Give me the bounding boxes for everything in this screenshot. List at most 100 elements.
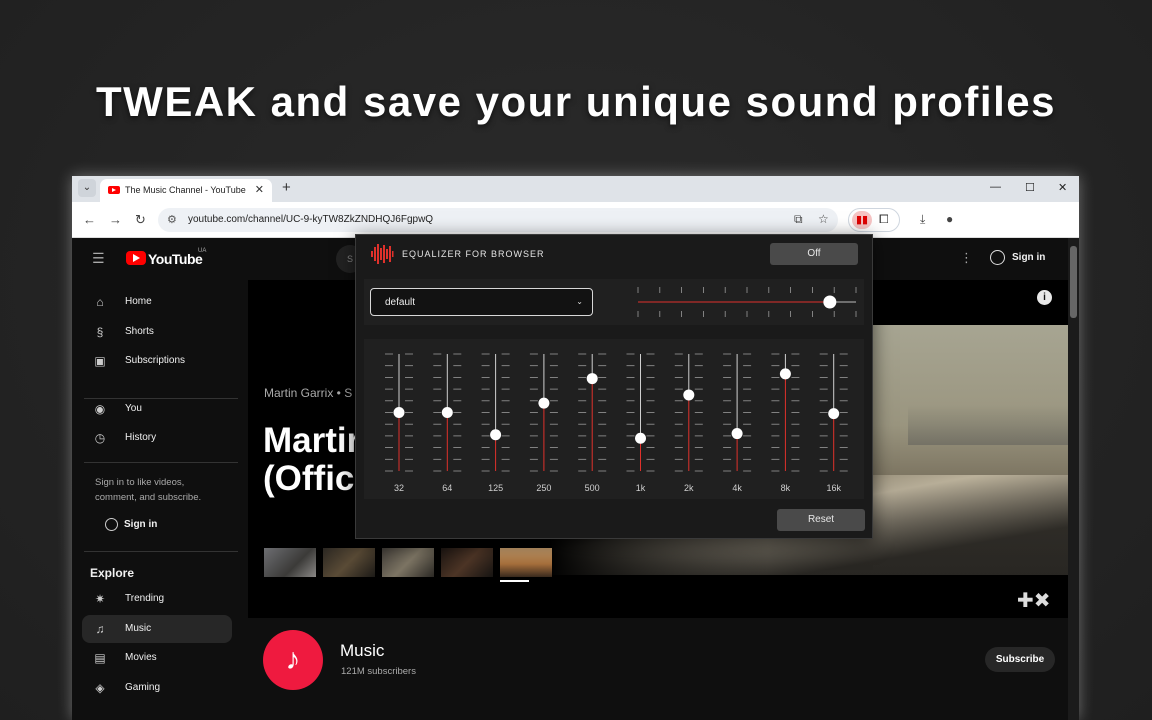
band-slider-2k[interactable]: 2k (674, 353, 703, 493)
sidebar-item-history[interactable]: ◷ History (82, 424, 232, 452)
sidebar-divider (84, 462, 238, 463)
headline: TWEAK and save your unique sound profile… (96, 78, 1056, 125)
band-slider-500[interactable]: 500 (578, 353, 607, 493)
equalizer-extension-icon[interactable]: ▮▮ (852, 211, 872, 229)
tab-search-button[interactable]: ⌄ (78, 179, 96, 197)
banner-actions-icon[interactable]: ✚✖ (1017, 588, 1051, 613)
minimize-button[interactable]: — (990, 181, 1001, 193)
band-knob[interactable] (635, 432, 646, 444)
forward-button[interactable]: → (109, 212, 122, 227)
reset-button[interactable]: Reset (777, 509, 865, 531)
reload-button[interactable]: ↻ (135, 212, 146, 228)
volume-slider-knob[interactable] (823, 295, 837, 309)
band-knob[interactable] (779, 368, 791, 380)
band-frequency-label: 32 (394, 483, 404, 493)
thumbnail[interactable] (323, 548, 375, 577)
trending-icon: ✷ (94, 592, 106, 606)
band-slider-32[interactable]: 32 (385, 353, 413, 493)
close-tab-icon[interactable]: ✕ (255, 183, 264, 196)
shorts-icon: § (96, 325, 104, 339)
sidebar-item-you[interactable]: ◉ You (82, 395, 232, 423)
band-slider-16k[interactable]: 16k (819, 353, 848, 493)
subscribe-button[interactable]: Subscribe (985, 647, 1055, 672)
youtube-logo-icon[interactable] (126, 251, 146, 265)
sidebar-item-shorts[interactable]: § Shorts (82, 318, 232, 346)
address-toolbar: ← → ↻ ⚙ youtube.com/channel/UC-9-kyTW8Zk… (72, 202, 1079, 238)
home-icon: ⌂ (96, 295, 104, 309)
sidebar-item-gaming[interactable]: ◈ Gaming (82, 674, 232, 702)
sidebar-item-label: Gaming (125, 682, 161, 693)
more-options-icon[interactable]: ⋮ (960, 250, 973, 266)
browser-tab[interactable]: The Music Channel - YouTube ✕ (100, 179, 272, 202)
band-slider-1k[interactable]: 1k (626, 353, 655, 493)
info-icon[interactable]: i (1037, 290, 1052, 305)
preset-value: default (385, 297, 416, 308)
youtube-sidebar: ☰ YouTube UA ⌂ Home § Shorts ▣ Subscriptions ◉… (72, 238, 248, 720)
download-icon[interactable]: ⤓ (920, 212, 925, 227)
equalizer-title: EQUALIZER FOR BROWSER (402, 249, 545, 259)
volume-slider[interactable] (636, 285, 858, 319)
equalizer-popup: EQUALIZER FOR BROWSER Off default ⌄ 32 64… (355, 234, 873, 539)
channel-header: ♪ Music 121M subscribers Subscribe (248, 618, 1068, 720)
band-slider-64[interactable]: 64 (433, 353, 462, 493)
band-slider-8k[interactable]: 8k (771, 353, 800, 493)
band-slider-4k[interactable]: 4k (723, 353, 752, 493)
band-knob[interactable] (490, 429, 502, 441)
sidebar-item-home[interactable]: ⌂ Home (82, 288, 232, 316)
sidebar-item-movies[interactable]: ▤ Movies (82, 644, 232, 672)
band-slider-250[interactable]: 250 (529, 353, 558, 493)
sidebar-item-label: Music (125, 623, 152, 634)
thumbnail-active[interactable] (500, 548, 552, 582)
subscriptions-icon: ▣ (94, 354, 106, 368)
channel-avatar-music-icon[interactable]: ♪ (263, 630, 323, 690)
sidebar-divider (84, 551, 238, 552)
sidebar-item-label: Subscriptions (125, 355, 186, 366)
extensions-puzzle-icon[interactable]: ⧠ (879, 212, 889, 227)
hamburger-menu-icon[interactable]: ☰ (92, 250, 105, 267)
band-frequency-label: 64 (442, 483, 452, 493)
page-scrollbar[interactable] (1068, 238, 1079, 720)
profile-icon[interactable]: ● (946, 212, 953, 226)
channel-name[interactable]: Music (340, 641, 384, 661)
thumbnail[interactable] (441, 548, 493, 577)
preset-select[interactable]: default ⌄ (370, 288, 593, 316)
address-bar[interactable]: ⚙ youtube.com/channel/UC-9-kyTW8ZkZNDHQJ… (158, 208, 838, 232)
thumbnail[interactable] (264, 548, 316, 577)
sidebar-item-subscriptions[interactable]: ▣ Subscriptions (82, 347, 232, 375)
band-knob[interactable] (828, 408, 840, 420)
site-settings-icon[interactable]: ⚙ (167, 213, 177, 226)
band-frequency-label: 8k (781, 483, 791, 493)
band-knob[interactable] (586, 373, 598, 385)
scrollbar-thumb[interactable] (1070, 246, 1077, 318)
youtube-favicon-icon (108, 186, 120, 194)
band-knob[interactable] (441, 407, 453, 418)
sidebar-item-trending[interactable]: ✷ Trending (82, 585, 232, 613)
power-toggle-button[interactable]: Off (770, 243, 858, 265)
bookmark-star-icon[interactable]: ☆ (818, 212, 829, 226)
thumbnail[interactable] (382, 548, 434, 577)
sidebar-item-label: Trending (125, 593, 165, 604)
band-knob[interactable] (393, 407, 405, 418)
history-icon: ◷ (94, 431, 106, 445)
band-knob[interactable] (538, 397, 550, 409)
tab-title: The Music Channel - YouTube (125, 185, 246, 195)
band-frequency-label: 250 (536, 483, 551, 493)
banner-title[interactable]: Martir (Offici (263, 422, 364, 498)
band-knob[interactable] (731, 428, 743, 440)
new-tab-button[interactable]: + (282, 179, 291, 196)
back-button[interactable]: ← (83, 212, 96, 227)
gaming-icon: ◈ (95, 681, 105, 695)
close-window-button[interactable]: ✕ (1058, 181, 1067, 194)
band-knob[interactable] (683, 389, 695, 401)
band-slider-125[interactable]: 125 (481, 353, 510, 493)
sidebar-item-label: You (125, 403, 142, 414)
cast-icon[interactable]: ⧉ (794, 212, 803, 227)
youtube-wordmark[interactable]: YouTube (148, 251, 203, 267)
equalizer-header: EQUALIZER FOR BROWSER Off (356, 235, 872, 273)
you-icon: ◉ (94, 402, 106, 416)
header-signin-label: Sign in (1012, 252, 1046, 263)
sidebar-item-music[interactable]: ♫ Music (82, 615, 232, 643)
sidebar-signin-label: Sign in (124, 519, 158, 530)
music-icon: ♫ (95, 622, 105, 636)
maximize-button[interactable]: ☐ (1025, 181, 1035, 194)
